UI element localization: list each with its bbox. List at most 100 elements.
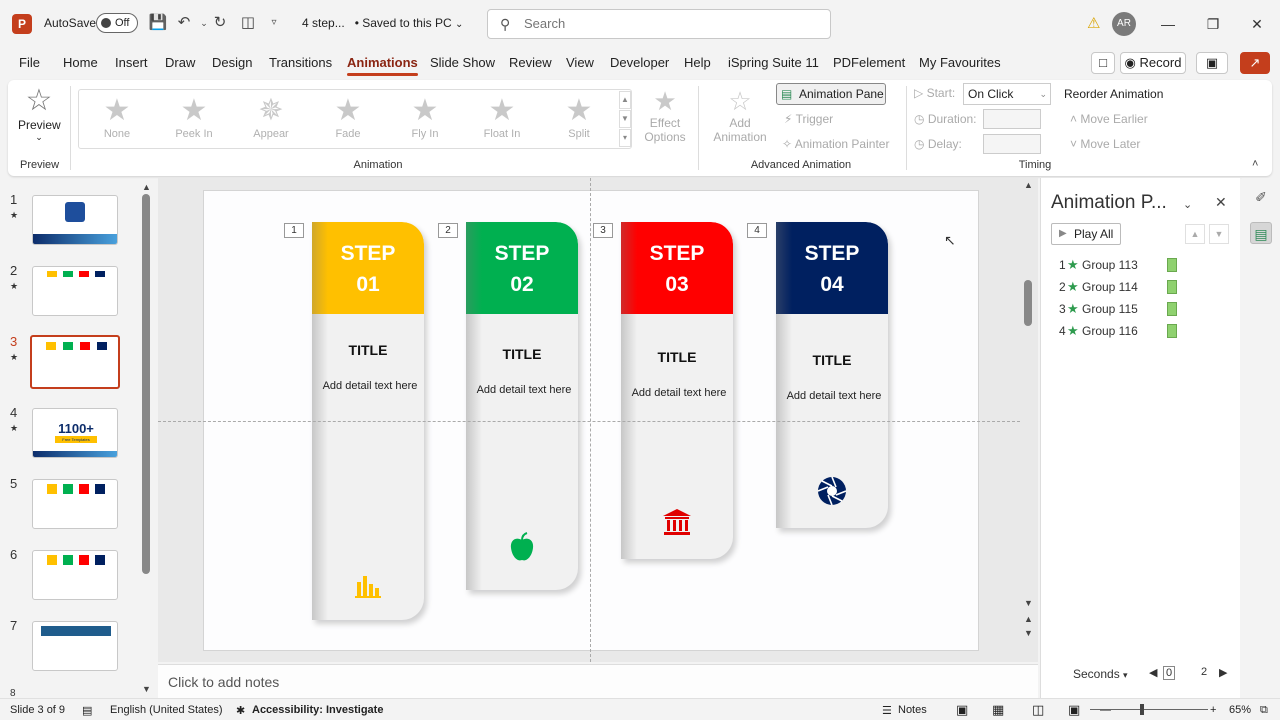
tab-view[interactable]: View — [566, 55, 594, 70]
tab-design[interactable]: Design — [212, 55, 252, 70]
tab-pdfelement[interactable]: PDFelement — [833, 55, 905, 70]
zoom-slider-thumb[interactable] — [1140, 704, 1144, 715]
slide-thumbnail-7[interactable] — [32, 621, 118, 671]
animation-fly-in[interactable]: ★ Fly In — [395, 94, 455, 140]
designer-icon[interactable]: ✐ — [1250, 186, 1272, 208]
autosave-toggle[interactable]: Off — [96, 13, 138, 33]
timing-bar[interactable] — [1167, 324, 1177, 338]
animation-item-4[interactable]: 4★ Group 116 — [1059, 323, 1177, 341]
zoom-level[interactable]: 65% — [1229, 704, 1251, 716]
notes-button[interactable]: Notes — [898, 704, 927, 716]
tab-developer[interactable]: Developer — [610, 55, 669, 70]
scroll-down-icon[interactable]: ▼ — [1024, 598, 1033, 608]
slide-sorter-icon[interactable]: ▦ — [992, 702, 1004, 718]
slideshow-icon[interactable]: ▣ — [1068, 702, 1080, 718]
slide-thumbnail-2[interactable] — [32, 266, 118, 316]
notes-icon[interactable]: ☰ — [882, 704, 892, 717]
avatar[interactable]: AR — [1112, 12, 1136, 36]
effect-options-button[interactable]: ★ Effect Options — [644, 86, 686, 144]
timeline-left-arrow[interactable]: ◀ — [1149, 666, 1157, 679]
animation-tag[interactable]: 4 — [747, 223, 767, 238]
teams-button[interactable]: ▣ — [1196, 52, 1228, 74]
save-icon[interactable]: 💾 — [148, 13, 168, 33]
animation-peek-in[interactable]: ★ Peek In — [164, 94, 224, 140]
normal-view-icon[interactable]: ▣ — [956, 702, 968, 718]
warning-icon[interactable]: ⚠ — [1087, 14, 1100, 32]
move-later-button[interactable]: ˅ Move Later — [1070, 137, 1140, 151]
collapse-ribbon-icon[interactable]: ˄ — [1252, 158, 1258, 170]
zoom-in-button[interactable]: + — [1210, 704, 1216, 716]
scroll-up-icon[interactable]: ▲ — [1024, 180, 1033, 190]
step-card-2[interactable]: STEP 02 TITLE Add detail text here — [466, 222, 578, 590]
search-input[interactable] — [524, 16, 814, 31]
tab-home[interactable]: Home — [63, 55, 98, 70]
delay-input[interactable] — [983, 134, 1041, 154]
animation-item-3[interactable]: 3★ Group 115 — [1059, 301, 1177, 319]
pane-options-icon[interactable]: ⌄ — [1183, 198, 1192, 211]
accessibility-icon[interactable]: ✱ — [236, 704, 245, 717]
slide-thumbnail-1[interactable] — [32, 195, 118, 245]
gallery-scroll-up[interactable]: ▲ — [619, 91, 631, 109]
step-card-3[interactable]: STEP 03 TITLE Add detail text here — [621, 222, 733, 559]
language-indicator[interactable]: English (United States) — [110, 704, 223, 716]
move-earlier-button[interactable]: ˄ Move Earlier — [1070, 112, 1148, 126]
undo-icon[interactable]: ↶ — [174, 13, 194, 33]
animation-tag[interactable]: 1 — [284, 223, 304, 238]
tab-review[interactable]: Review — [509, 55, 552, 70]
animation-item-1[interactable]: 1★ Group 113 — [1059, 257, 1177, 275]
timeline-right-arrow[interactable]: ▶ — [1219, 666, 1227, 679]
animation-fade[interactable]: ★ Fade — [318, 94, 378, 140]
scroll-up-icon[interactable]: ▲ — [142, 182, 151, 192]
animation-appear[interactable]: ✵ Appear — [241, 94, 301, 140]
zoom-out-button[interactable]: — — [1100, 704, 1111, 716]
slide-thumbnail-3[interactable] — [30, 335, 120, 389]
next-slide-icon[interactable]: ▼ — [1024, 628, 1033, 638]
thumbnails-scrollbar[interactable]: ▲ ▼ — [142, 182, 151, 694]
timing-bar[interactable] — [1167, 280, 1177, 294]
animation-none[interactable]: ★ None — [87, 94, 147, 140]
slide-thumbnail-5[interactable] — [32, 479, 118, 529]
previous-slide-icon[interactable]: ▲ — [1024, 614, 1033, 624]
tab-file[interactable]: File — [19, 55, 40, 70]
search-box[interactable]: ⚲ — [487, 9, 831, 39]
maximize-button[interactable]: ❐ — [1198, 12, 1228, 36]
animation-float-in[interactable]: ★ Float In — [472, 94, 532, 140]
spelling-icon[interactable]: ▤ — [82, 704, 92, 717]
slide-scrollbar[interactable]: ▲ ▼ ▲ ▼ — [1024, 180, 1034, 644]
tab-my-favourites[interactable]: My Favourites — [919, 55, 1001, 70]
timeline-ruler[interactable]: ◀ 0 2 ▶ — [1149, 666, 1229, 682]
animation-tag[interactable]: 2 — [438, 223, 458, 238]
scrollbar-thumb[interactable] — [1024, 280, 1032, 326]
minimize-button[interactable]: — — [1153, 12, 1183, 36]
tab-help[interactable]: Help — [684, 55, 711, 70]
tab-insert[interactable]: Insert — [115, 55, 148, 70]
animation-split[interactable]: ★ Split — [549, 94, 609, 140]
seconds-dropdown[interactable]: Seconds ▾ — [1073, 667, 1128, 681]
slide-counter[interactable]: Slide 3 of 9 — [10, 704, 65, 716]
document-title[interactable]: 4 step... • Saved to this PC ⌄ — [302, 16, 463, 30]
animation-painter-button[interactable]: ✧ Animation Painter — [782, 137, 889, 151]
duration-input[interactable] — [983, 109, 1041, 129]
fit-slide-icon[interactable]: ⧉ — [1260, 704, 1268, 717]
animation-item-2[interactable]: 2★ Group 114 — [1059, 279, 1177, 297]
start-select[interactable]: On Click ⌄ — [963, 83, 1051, 105]
preview-button[interactable]: ☆ Preview ⌄ — [18, 84, 61, 143]
customize-toolbar-icon[interactable]: ▿ — [264, 13, 284, 33]
animation-tag[interactable]: 3 — [593, 223, 613, 238]
tab-slide-show[interactable]: Slide Show — [430, 55, 495, 70]
animation-pane-rail-icon[interactable]: ▤ — [1250, 222, 1272, 244]
share-button[interactable]: ↗ — [1240, 52, 1270, 74]
accessibility-status[interactable]: Accessibility: Investigate — [252, 704, 383, 716]
close-window-button[interactable]: ✕ — [1242, 12, 1272, 36]
timing-bar[interactable] — [1167, 258, 1177, 272]
move-up-button[interactable]: ▲ — [1185, 224, 1205, 244]
tab-ispring[interactable]: iSpring Suite 11 — [728, 55, 819, 70]
redo-icon[interactable]: ↻ — [210, 13, 230, 33]
move-down-button[interactable]: ▼ — [1209, 224, 1229, 244]
add-animation-button[interactable]: ☆ Add Animation — [708, 86, 772, 144]
slide-thumbnail-4[interactable]: 1100+ Free Templates — [32, 408, 118, 458]
tab-draw[interactable]: Draw — [165, 55, 195, 70]
tab-animations[interactable]: Animations — [347, 55, 418, 76]
close-pane-icon[interactable]: ✕ — [1215, 194, 1227, 211]
reading-view-icon[interactable]: ◫ — [1032, 702, 1044, 718]
